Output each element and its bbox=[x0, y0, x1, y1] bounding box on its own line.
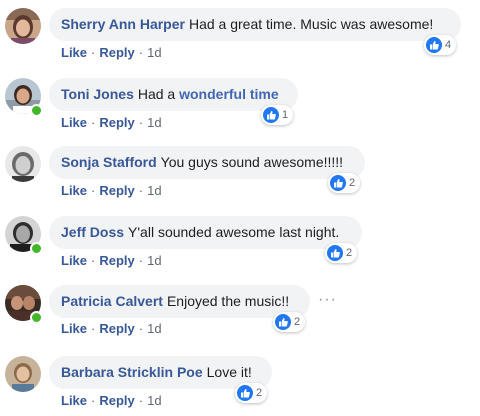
comment-text: Had a bbox=[137, 86, 180, 102]
separator: · bbox=[91, 321, 96, 336]
comment-author[interactable]: Toni Jones bbox=[61, 86, 134, 102]
like-link[interactable]: Like bbox=[61, 45, 87, 60]
comment-timestamp[interactable]: 1d bbox=[147, 183, 161, 198]
reaction-count: 1 bbox=[282, 109, 289, 121]
reply-link[interactable]: Reply bbox=[99, 393, 134, 408]
reply-link[interactable]: Reply bbox=[99, 45, 134, 60]
like-link[interactable]: Like bbox=[61, 115, 87, 130]
reaction-badge[interactable]: 1 bbox=[261, 105, 294, 125]
comment-actions: Like · Reply · 1d bbox=[61, 321, 162, 337]
separator: · bbox=[91, 115, 96, 130]
reply-link[interactable]: Reply bbox=[99, 183, 134, 198]
online-status-dot bbox=[30, 311, 43, 324]
reaction-badge[interactable]: 2 bbox=[328, 173, 361, 193]
comment-text: Enjoyed the music!! bbox=[166, 293, 290, 309]
separator: · bbox=[138, 393, 144, 408]
reaction-badge[interactable]: 2 bbox=[325, 243, 358, 263]
avatar[interactable] bbox=[5, 8, 41, 44]
reaction-count: 4 bbox=[445, 39, 452, 51]
reaction-badge[interactable]: 4 bbox=[424, 35, 457, 55]
like-link[interactable]: Like bbox=[61, 253, 87, 268]
comment-author[interactable]: Barbara Stricklin Poe bbox=[61, 364, 203, 380]
more-options-icon[interactable]: ··· bbox=[318, 292, 337, 308]
reaction-count: 2 bbox=[346, 247, 353, 259]
online-status-dot bbox=[30, 242, 43, 255]
avatar[interactable] bbox=[5, 146, 41, 182]
reply-link[interactable]: Reply bbox=[99, 253, 134, 268]
comment-author[interactable]: Patricia Calvert bbox=[61, 293, 163, 309]
reaction-badge[interactable]: 2 bbox=[235, 383, 268, 403]
reply-link[interactable]: Reply bbox=[99, 115, 134, 130]
comment-timestamp[interactable]: 1d bbox=[147, 253, 161, 268]
thumbs-up-icon bbox=[263, 107, 279, 123]
separator: · bbox=[91, 393, 96, 408]
like-link[interactable]: Like bbox=[61, 321, 87, 336]
separator: · bbox=[138, 183, 144, 198]
comment-bubble: Toni Jones Had a wonderful time bbox=[49, 78, 298, 111]
comment-bubble: Patricia Calvert Enjoyed the music!! bbox=[49, 285, 310, 318]
thumbs-up-icon bbox=[275, 314, 291, 330]
comment-actions: Like · Reply · 1d bbox=[61, 393, 162, 409]
thumbs-up-icon bbox=[237, 385, 253, 401]
like-link[interactable]: Like bbox=[61, 183, 87, 198]
comment-text-link[interactable]: wonderful time bbox=[179, 86, 279, 102]
separator: · bbox=[91, 183, 96, 198]
thumbs-up-icon bbox=[330, 175, 346, 191]
comment-bubble: Jeff Doss Y'all sounded awesome last nigh… bbox=[49, 216, 362, 249]
comment-timestamp[interactable]: 1d bbox=[147, 393, 161, 408]
reaction-count: 2 bbox=[256, 387, 263, 399]
separator: · bbox=[91, 253, 96, 268]
reply-link[interactable]: Reply bbox=[99, 321, 134, 336]
comment-text: Y'all sounded awesome last night. bbox=[128, 224, 340, 240]
comment-actions: Like · Reply · 1d bbox=[61, 183, 162, 199]
comment-timestamp[interactable]: 1d bbox=[147, 321, 161, 336]
comment-timestamp[interactable]: 1d bbox=[147, 115, 161, 130]
comment-bubble: Sherry Ann Harper Had a great time. Music… bbox=[49, 8, 461, 41]
comment-author[interactable]: Sherry Ann Harper bbox=[61, 16, 185, 32]
comment-actions: Like · Reply · 1d bbox=[61, 253, 162, 269]
like-link[interactable]: Like bbox=[61, 393, 87, 408]
comment-text: You guys sound awesome!!!!! bbox=[160, 154, 344, 170]
comment-text: Love it! bbox=[206, 364, 252, 380]
separator: · bbox=[138, 253, 144, 268]
comment-author[interactable]: Jeff Doss bbox=[61, 224, 124, 240]
avatar[interactable] bbox=[5, 356, 41, 392]
reaction-count: 2 bbox=[294, 316, 301, 328]
comment-author[interactable]: Sonja Stafford bbox=[61, 154, 157, 170]
separator: · bbox=[138, 45, 144, 60]
separator: · bbox=[91, 45, 96, 60]
separator: · bbox=[138, 115, 144, 130]
thumbs-up-icon bbox=[327, 245, 343, 261]
comment-text: Had a great time. Music was awesome! bbox=[188, 16, 434, 32]
comment-actions: Like · Reply · 1d bbox=[61, 115, 162, 131]
reaction-count: 2 bbox=[349, 177, 356, 189]
online-status-dot bbox=[30, 104, 43, 117]
comment-actions: Like · Reply · 1d bbox=[61, 45, 162, 61]
reaction-badge[interactable]: 2 bbox=[273, 312, 306, 332]
comment-timestamp[interactable]: 1d bbox=[147, 45, 161, 60]
thumbs-up-icon bbox=[426, 37, 442, 53]
comment-bubble: Sonja Stafford You guys sound awesome!!!!… bbox=[49, 146, 365, 179]
separator: · bbox=[138, 321, 144, 336]
